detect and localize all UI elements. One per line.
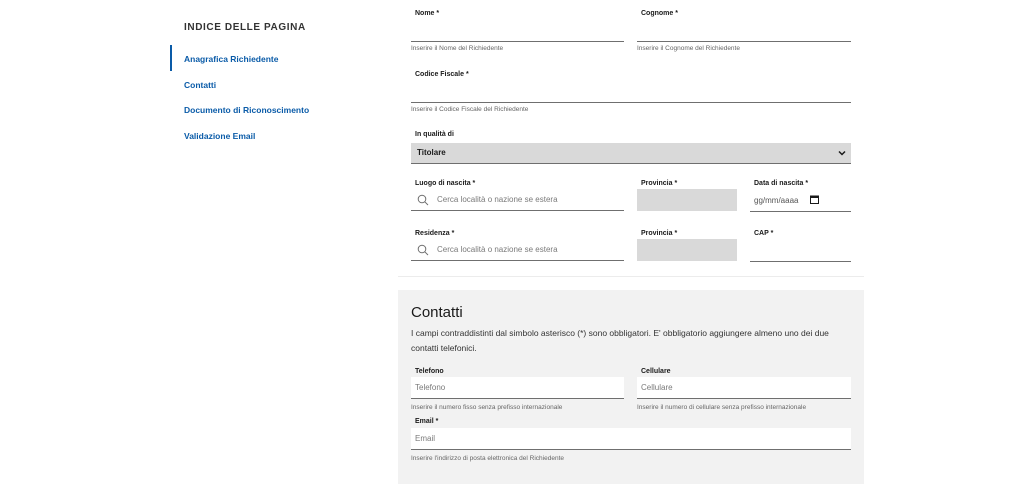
luogo-nascita-label: Luogo di nascita * [415, 180, 476, 187]
qualita-selected-value: Titolare [417, 148, 446, 157]
toc-item-documento[interactable]: Documento di Riconoscimento [184, 105, 309, 115]
cellulare-placeholder: Cellulare [641, 383, 673, 392]
cap-input[interactable] [750, 241, 851, 262]
residenza-label: Residenza * [415, 230, 455, 237]
email-placeholder: Email [415, 434, 436, 443]
toc-item-anagrafica[interactable]: Anagrafica Richiedente [184, 54, 278, 64]
cognome-hint: Inserire il Cognome del Richiedente [637, 45, 740, 52]
provincia-nascita-label: Provincia * [641, 180, 678, 187]
email-hint: Inserire l'indirizzo di posta elettronic… [411, 455, 564, 462]
provincia-nascita-field[interactable] [637, 189, 737, 211]
search-icon [417, 244, 429, 256]
cellulare-input[interactable]: Cellulare [637, 377, 851, 399]
cap-label: CAP * [754, 230, 774, 237]
email-input[interactable]: Email [411, 428, 851, 450]
search-icon [417, 194, 429, 206]
luogo-nascita-search[interactable]: Cerca località o nazione se estera [411, 190, 624, 211]
telefono-label: Telefono [415, 368, 444, 375]
calendar-icon[interactable] [810, 195, 819, 204]
chevron-down-icon [838, 150, 846, 156]
contatti-title: Contatti [411, 304, 463, 321]
residenza-search[interactable]: Cerca località o nazione se estera [411, 240, 624, 261]
cellulare-label: Cellulare [641, 368, 671, 375]
provincia-residenza-field[interactable] [637, 239, 737, 261]
cognome-input[interactable] [637, 21, 851, 42]
cellulare-hint: Inserire il numero di cellulare senza pr… [637, 404, 807, 411]
codice-fiscale-hint: Inserire il Codice Fiscale del Richieden… [411, 106, 529, 113]
telefono-hint: Inserire il numero fisso senza prefisso … [411, 404, 563, 411]
contatti-description: I campi contraddistinti dal simbolo aste… [411, 328, 829, 353]
nome-input[interactable] [411, 21, 624, 42]
cognome-label: Cognome * [641, 10, 678, 17]
email-label: Email * [415, 418, 439, 425]
nome-label: Nome * [415, 10, 440, 17]
luogo-nascita-placeholder: Cerca località o nazione se estera [437, 195, 558, 204]
toc-item-validazione-email[interactable]: Validazione Email [184, 131, 255, 141]
residenza-placeholder: Cerca località o nazione se estera [437, 245, 558, 254]
codice-fiscale-label: Codice Fiscale * [415, 71, 469, 78]
provincia-residenza-label: Provincia * [641, 230, 678, 237]
toc-item-contatti[interactable]: Contatti [184, 80, 216, 90]
data-nascita-placeholder: gg/mm/aaaa [754, 196, 799, 205]
codice-fiscale-input[interactable] [411, 82, 851, 103]
nome-hint: Inserire il Nome del Richiedente [411, 45, 504, 52]
qualita-select[interactable]: Titolare [411, 143, 851, 164]
active-indicator [170, 45, 172, 71]
qualita-label: In qualità di [415, 131, 454, 138]
telefono-input[interactable]: Telefono [411, 377, 624, 399]
telefono-placeholder: Telefono [415, 383, 446, 392]
data-nascita-input[interactable]: gg/mm/aaaa [750, 190, 851, 212]
data-nascita-label: Data di nascita * [754, 180, 809, 187]
page-index-title: INDICE DELLE PAGINA [184, 22, 306, 33]
